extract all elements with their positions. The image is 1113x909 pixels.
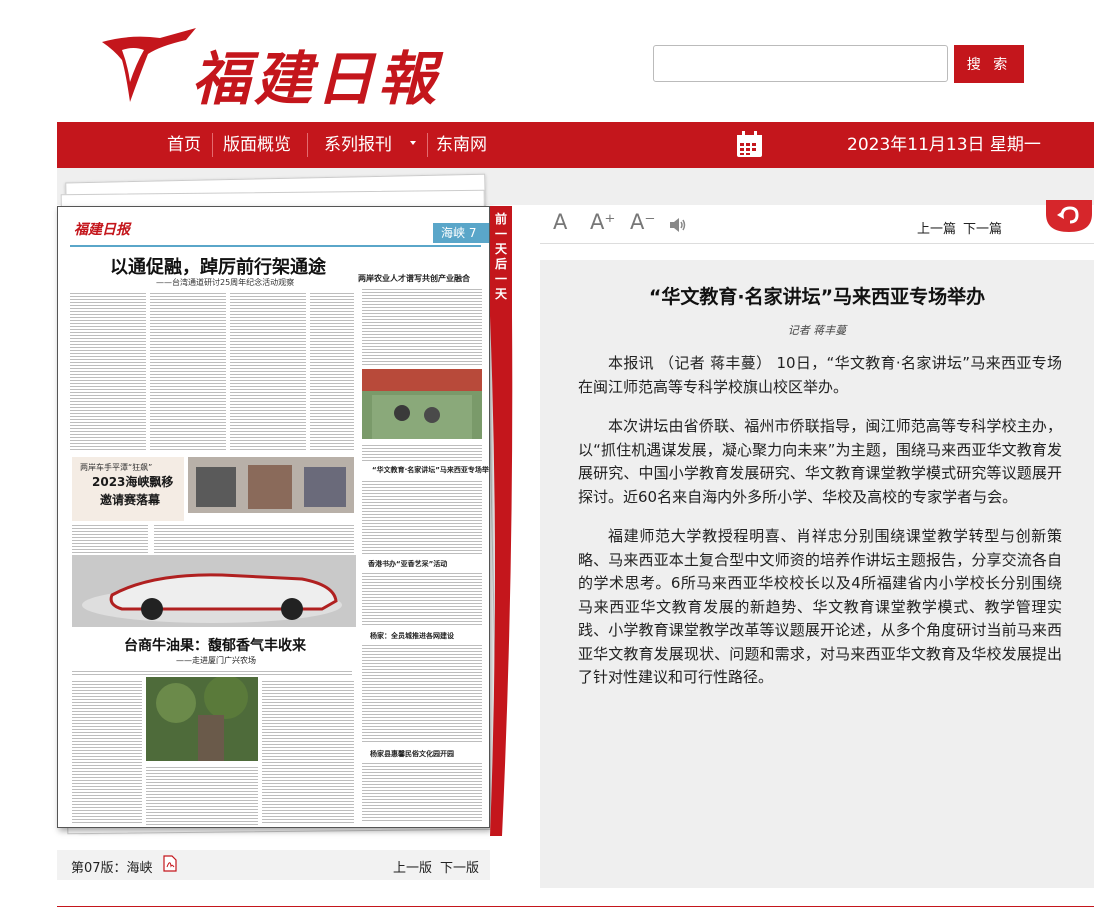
article-paragraph: 本报讯 （记者 蒋丰蔓） 10日，“华文教育·名家讲坛”马来西亚专场在闽江师范高… [578, 354, 1062, 396]
day-switch-label[interactable]: 前一天后一天 [490, 212, 512, 302]
paper-text-column [262, 679, 354, 825]
paper-text-column [150, 291, 226, 451]
paper-text-column [72, 679, 142, 825]
paper-text-column [230, 291, 306, 451]
page-footer: 第07版：海峡 上一版 下一版 [57, 850, 490, 880]
paper-photo [362, 369, 482, 439]
paper-subheadline-2: ——走进厦门广兴农场 [176, 656, 256, 665]
article-paragraph: 本次讲坛由省侨联、福州市侨联指导，闽江师范高等专科学校主办，以“抓住机遇谋发展，… [578, 417, 1062, 506]
paper-text-column [362, 761, 482, 821]
paper-text-column [362, 571, 482, 627]
paper-article-title[interactable]: 香港书办“亚香艺采”活动 [368, 559, 447, 569]
main-nav: 首页 版面概览 系列报刊 东南网 2023年11月13日 星期一 [57, 122, 1094, 168]
prev-article-link[interactable]: 上一篇 [917, 218, 956, 237]
paper-article-title[interactable]: 杨家：全员城推进各网建设 [370, 631, 454, 641]
pdf-icon[interactable] [163, 855, 177, 872]
speaker-icon[interactable] [668, 215, 688, 235]
paper-text-column [146, 765, 258, 825]
paper-promo-kicker: 两岸车手平潭“狂飙” [80, 463, 153, 472]
paper-text-column [72, 669, 352, 675]
article-paragraph: 福建师范大学教授程明喜、肖祥忠分别围绕课堂教学转型与创新策略、马来西亚本土复合型… [578, 527, 1062, 686]
paper-subheadline: ——台湾通道研讨25周年纪念活动观察 [156, 278, 295, 287]
paper-text-column [310, 291, 354, 451]
prev-page-link[interactable]: 上一版 [393, 857, 432, 876]
paper-promo-title[interactable]: 2023海峡飘移 [92, 473, 173, 490]
chevron-down-icon[interactable] [410, 141, 416, 145]
paper-headline[interactable]: 以通促融，踔厉前行架通途 [110, 253, 326, 279]
paper-article-title[interactable]: 杨家县惠馨民俗文化园开园 [370, 749, 454, 759]
back-icon[interactable] [1046, 200, 1092, 232]
nav-layout-overview[interactable]: 版面概览 [223, 122, 291, 168]
next-page-link[interactable]: 下一版 [440, 857, 479, 876]
paper-text-column [362, 443, 482, 461]
paper-text-column [362, 287, 482, 367]
paper-photo [146, 677, 258, 761]
paper-section-tag: 海峡 7 [433, 223, 489, 243]
search-input[interactable] [653, 45, 948, 82]
paper-text-column [70, 291, 146, 451]
calendar-icon[interactable] [736, 131, 763, 158]
nav-home[interactable]: 首页 [167, 122, 201, 168]
paper-article-title-current[interactable]: “华文教育·名家讲坛”马来西亚专场举办 [372, 465, 489, 475]
nav-dongnan[interactable]: 东南网 [436, 122, 487, 168]
next-article-link[interactable]: 下一篇 [963, 218, 1002, 237]
current-date: 2023年11月13日 星期一 [847, 135, 1041, 155]
article-body: 本报讯 （记者 蒋丰蔓） 10日，“华文教育·名家讲坛”马来西亚专场在闽江师范高… [578, 352, 1062, 706]
site-logo[interactable]: 福建日報 [100, 24, 436, 113]
day-switch-tab[interactable]: 前一天后一天 [490, 206, 512, 316]
paper-text-column [72, 523, 148, 553]
paper-rule [70, 245, 481, 247]
paper-photo [188, 457, 354, 513]
bottom-divider [57, 906, 1094, 907]
page-label: 第07版：海峡 [71, 861, 153, 876]
paper-text-column [154, 523, 354, 553]
font-normal-button[interactable]: A [553, 210, 567, 234]
newspaper-page-image[interactable]: 福建日报 海峡 7 以通促融，踔厉前行架通途 ——台湾通道研讨25周年纪念活动观… [57, 206, 490, 828]
logo-text: 福建日報 [192, 45, 441, 113]
search-button[interactable]: 搜 索 [954, 45, 1024, 83]
logo-mark-icon [102, 28, 196, 102]
nav-divider [427, 133, 428, 157]
font-smaller-button[interactable]: A⁻ [630, 210, 655, 234]
paper-promo-title[interactable]: 邀请赛落幕 [100, 491, 160, 508]
toolbar-divider [540, 243, 1094, 244]
page-curl-decoration [490, 316, 513, 836]
nav-divider [212, 133, 213, 157]
nav-divider [307, 133, 308, 157]
article-title: “华文教育·名家讲坛”马来西亚专场举办 [648, 286, 986, 308]
paper-article-title[interactable]: 两岸农业人才谱写共创产业融合 [358, 273, 470, 284]
paper-masthead: 福建日报 [74, 222, 130, 238]
font-larger-button[interactable]: A⁺ [590, 210, 615, 234]
paper-headline-2[interactable]: 台商牛油果：馥郁香气丰收来 [124, 635, 306, 655]
nav-series[interactable]: 系列报刊 [324, 122, 392, 168]
paper-text-column [362, 479, 482, 555]
page: 福建日報 搜 索 首页 版面概览 系列报刊 东南网 2023年11月13日 星期… [0, 0, 1113, 909]
paper-text-column [362, 643, 482, 743]
article-panel: “华文教育·名家讲坛”马来西亚专场举办 记者 蒋丰蔓 本报讯 （记者 蒋丰蔓） … [540, 260, 1094, 888]
article-author: 记者 蒋丰蔓 [787, 324, 847, 337]
paper-photo [72, 555, 356, 627]
